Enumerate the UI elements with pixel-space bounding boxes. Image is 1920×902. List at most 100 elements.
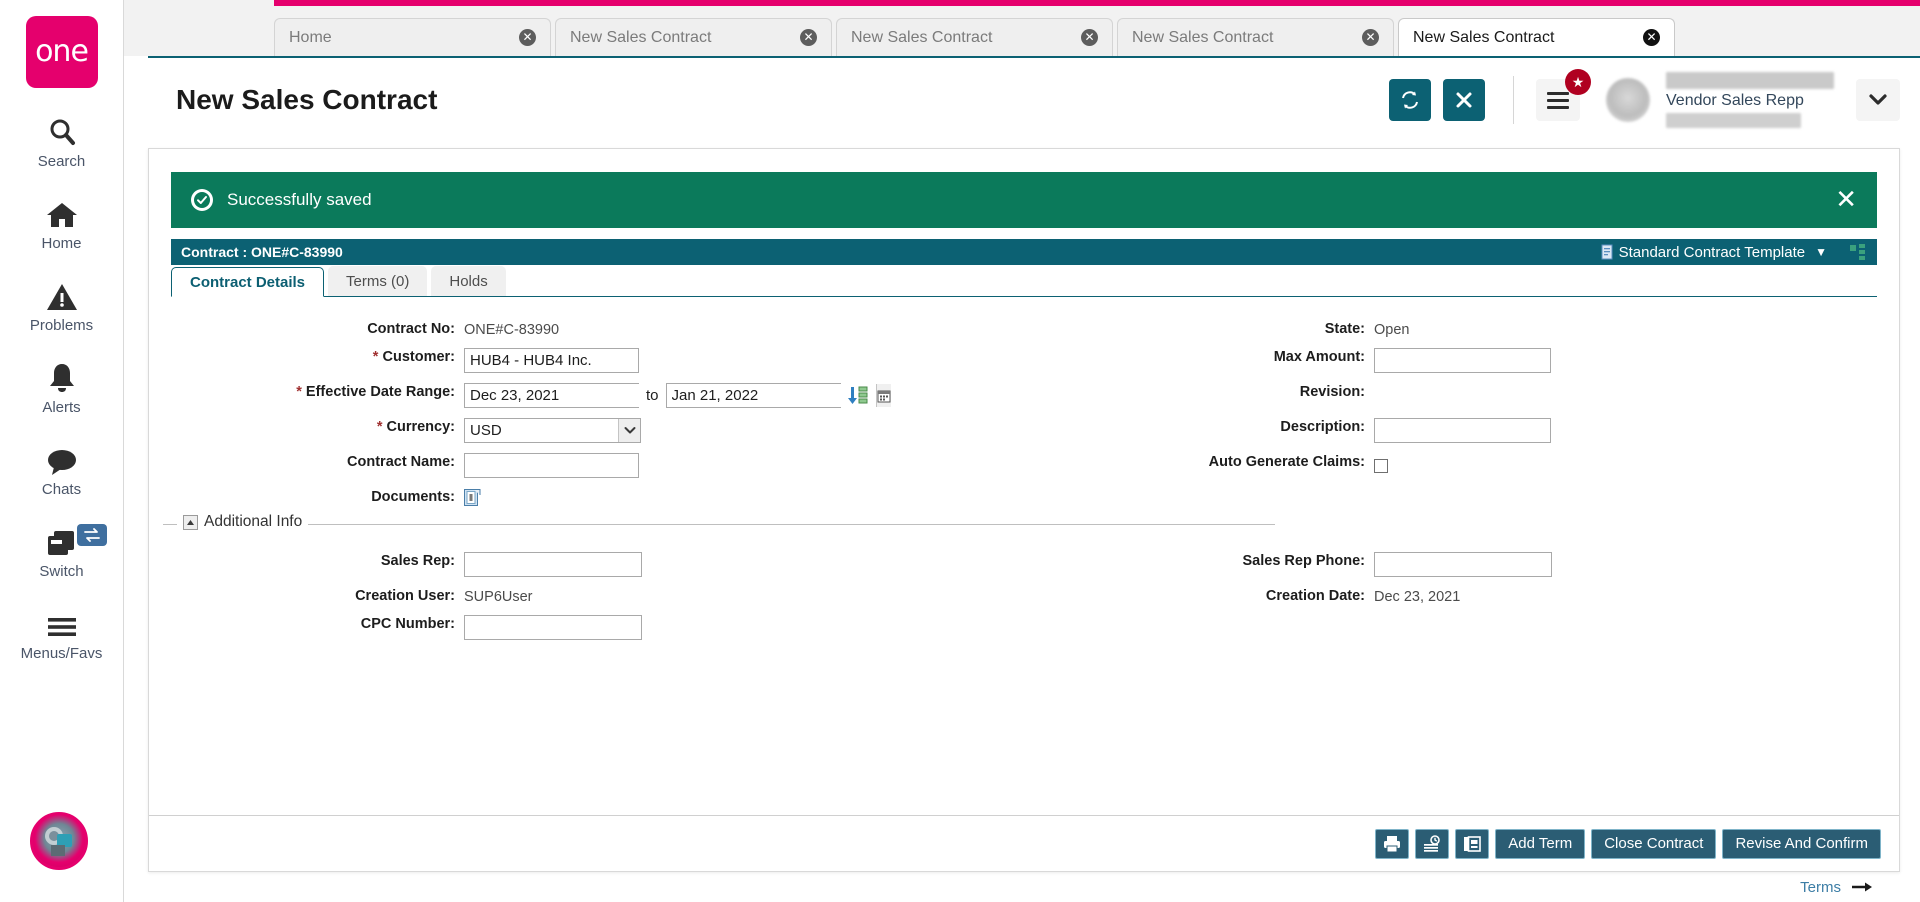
sidebar-item-problems[interactable]: Problems: [0, 276, 124, 334]
contract-name-input[interactable]: [464, 453, 639, 478]
copy-button[interactable]: [1455, 828, 1490, 859]
sidebar-item-switch[interactable]: Switch: [0, 522, 124, 580]
caret-down-icon: ▼: [1815, 245, 1827, 259]
tab-terms[interactable]: Terms (0): [328, 266, 428, 296]
currency-label: * Currency:: [376, 419, 455, 435]
history-button[interactable]: [1415, 828, 1450, 859]
required-mark: *: [376, 419, 383, 435]
button-label: Close Contract: [1604, 835, 1704, 852]
tab-new-sales-contract-2[interactable]: New Sales Contract ✕: [836, 18, 1113, 56]
effective-date-from[interactable]: [464, 383, 689, 408]
print-button[interactable]: [1375, 828, 1410, 859]
contract-template-selector[interactable]: Standard Contract Template ▼: [1601, 244, 1827, 261]
copy-icon: [1464, 835, 1482, 852]
user-name-redacted: [1666, 72, 1834, 89]
warning-icon: [46, 276, 78, 312]
application-root: one Search Home Problems Alerts Chats Sw…: [0, 0, 1920, 902]
sidebar-item-chats[interactable]: Chats: [0, 440, 124, 498]
brand-accent-line: [274, 0, 1920, 6]
additional-info-legend: Additional Info: [177, 513, 309, 531]
user-menu-toggle[interactable]: [1856, 79, 1900, 121]
close-icon[interactable]: ✕: [519, 29, 536, 46]
additional-info-fieldset: Additional Info: [163, 513, 1275, 531]
user-meta: Vendor Sales Repp: [1666, 72, 1834, 128]
max-amount-label: Max Amount:: [1273, 349, 1365, 365]
success-banner: Successfully saved ✕: [171, 172, 1877, 228]
close-icon[interactable]: ✕: [1362, 29, 1379, 46]
sidebar-item-label: Chats: [41, 481, 82, 498]
tab-list: Home ✕ New Sales Contract ✕ New Sales Co…: [274, 18, 1679, 56]
sidebar-item-label: Menus/Favs: [20, 645, 103, 662]
date-generator-icon[interactable]: [846, 386, 868, 406]
assistant-avatar[interactable]: [30, 812, 88, 870]
auto-generate-claims-label: Auto Generate Claims:: [1208, 454, 1365, 470]
user-role: Vendor Sales Repp: [1666, 92, 1804, 109]
required-mark: *: [372, 349, 379, 365]
template-label: Standard Contract Template: [1618, 243, 1806, 261]
form-grid: Contract No: ONE#C-83990 State: Open * C…: [149, 315, 1899, 512]
effective-date-to-input[interactable]: [666, 384, 876, 407]
close-page-button[interactable]: [1443, 79, 1485, 121]
cpc-number-input[interactable]: [464, 615, 642, 640]
sidebar-item-label: Alerts: [42, 399, 81, 416]
max-amount-input[interactable]: [1374, 348, 1551, 373]
header-actions: ★ Vendor Sales Repp: [1377, 69, 1920, 128]
legend-text: Additional Info: [204, 513, 303, 530]
content-panel: Successfully saved ✕ Contract : ONE#C-83…: [148, 148, 1900, 896]
calendar-icon[interactable]: [875, 384, 891, 407]
hierarchy-icon[interactable]: [1849, 244, 1867, 260]
auto-generate-claims-checkbox[interactable]: [1374, 458, 1388, 473]
effective-date-to[interactable]: [665, 383, 891, 408]
effective-date-from-input[interactable]: [465, 384, 674, 407]
close-icon[interactable]: ✕: [800, 29, 817, 46]
chevron-down-icon[interactable]: [618, 419, 640, 442]
one-logo[interactable]: one: [25, 16, 98, 88]
tab-label: New Sales Contract: [1413, 28, 1555, 46]
close-icon[interactable]: ✕: [1643, 29, 1660, 46]
sales-rep-input[interactable]: [464, 552, 642, 577]
creation-date-label: Creation Date:: [1265, 588, 1365, 604]
tab-new-sales-contract-3[interactable]: New Sales Contract ✕: [1117, 18, 1394, 56]
customer-input[interactable]: [464, 348, 639, 373]
tab-holds[interactable]: Holds: [431, 266, 506, 296]
tab-home[interactable]: Home ✕: [274, 18, 551, 56]
add-term-button[interactable]: Add Term: [1495, 828, 1586, 859]
tab-label: Home: [289, 28, 332, 46]
documents-icon[interactable]: [464, 488, 481, 507]
sidebar-item-search[interactable]: Search: [0, 112, 124, 170]
tab-label: Holds: [449, 272, 488, 290]
currency-value: USD: [470, 422, 502, 439]
customer-label: * Customer:: [372, 349, 455, 365]
documents-label: Documents:: [371, 489, 455, 505]
tab-contract-details[interactable]: Contract Details: [171, 267, 325, 297]
close-x-icon: [1456, 92, 1472, 108]
user-org-redacted: [1666, 113, 1801, 128]
tab-new-sales-contract-1[interactable]: New Sales Contract ✕: [555, 18, 832, 56]
button-label: Revise And Confirm: [1735, 835, 1868, 852]
print-icon: [1384, 835, 1401, 852]
contract-no-label: Contract No:: [367, 321, 455, 337]
refresh-button[interactable]: [1389, 79, 1431, 121]
sidebar-item-menus-favs[interactable]: Menus/Favs: [0, 604, 124, 662]
switch-toggle-badge[interactable]: [76, 524, 107, 546]
star-badge-icon: ★: [1565, 69, 1591, 95]
sidebar-item-home[interactable]: Home: [0, 194, 124, 252]
effective-date-range-label: * Effective Date Range:: [296, 384, 455, 400]
sales-rep-phone-input[interactable]: [1374, 552, 1552, 577]
button-label: Add Term: [1508, 835, 1573, 852]
sidebar-item-label: Switch: [39, 563, 84, 580]
user-profile[interactable]: Vendor Sales Repp: [1606, 72, 1834, 128]
header-menu-button[interactable]: ★: [1536, 69, 1591, 121]
sidebar-item-alerts[interactable]: Alerts: [0, 358, 124, 416]
tab-new-sales-contract-4[interactable]: New Sales Contract ✕: [1398, 18, 1675, 56]
revise-and-confirm-button[interactable]: Revise And Confirm: [1722, 828, 1881, 859]
logo-text: one: [35, 34, 89, 69]
close-icon[interactable]: ✕: [1081, 29, 1098, 46]
description-input[interactable]: [1374, 418, 1551, 443]
state-value: Open: [1374, 322, 1410, 338]
currency-select[interactable]: USD: [464, 418, 641, 443]
close-icon[interactable]: ✕: [1835, 187, 1857, 213]
tab-label: Terms (0): [346, 272, 410, 290]
close-contract-button[interactable]: Close Contract: [1591, 828, 1717, 859]
collapse-triangle-icon[interactable]: [183, 514, 198, 530]
